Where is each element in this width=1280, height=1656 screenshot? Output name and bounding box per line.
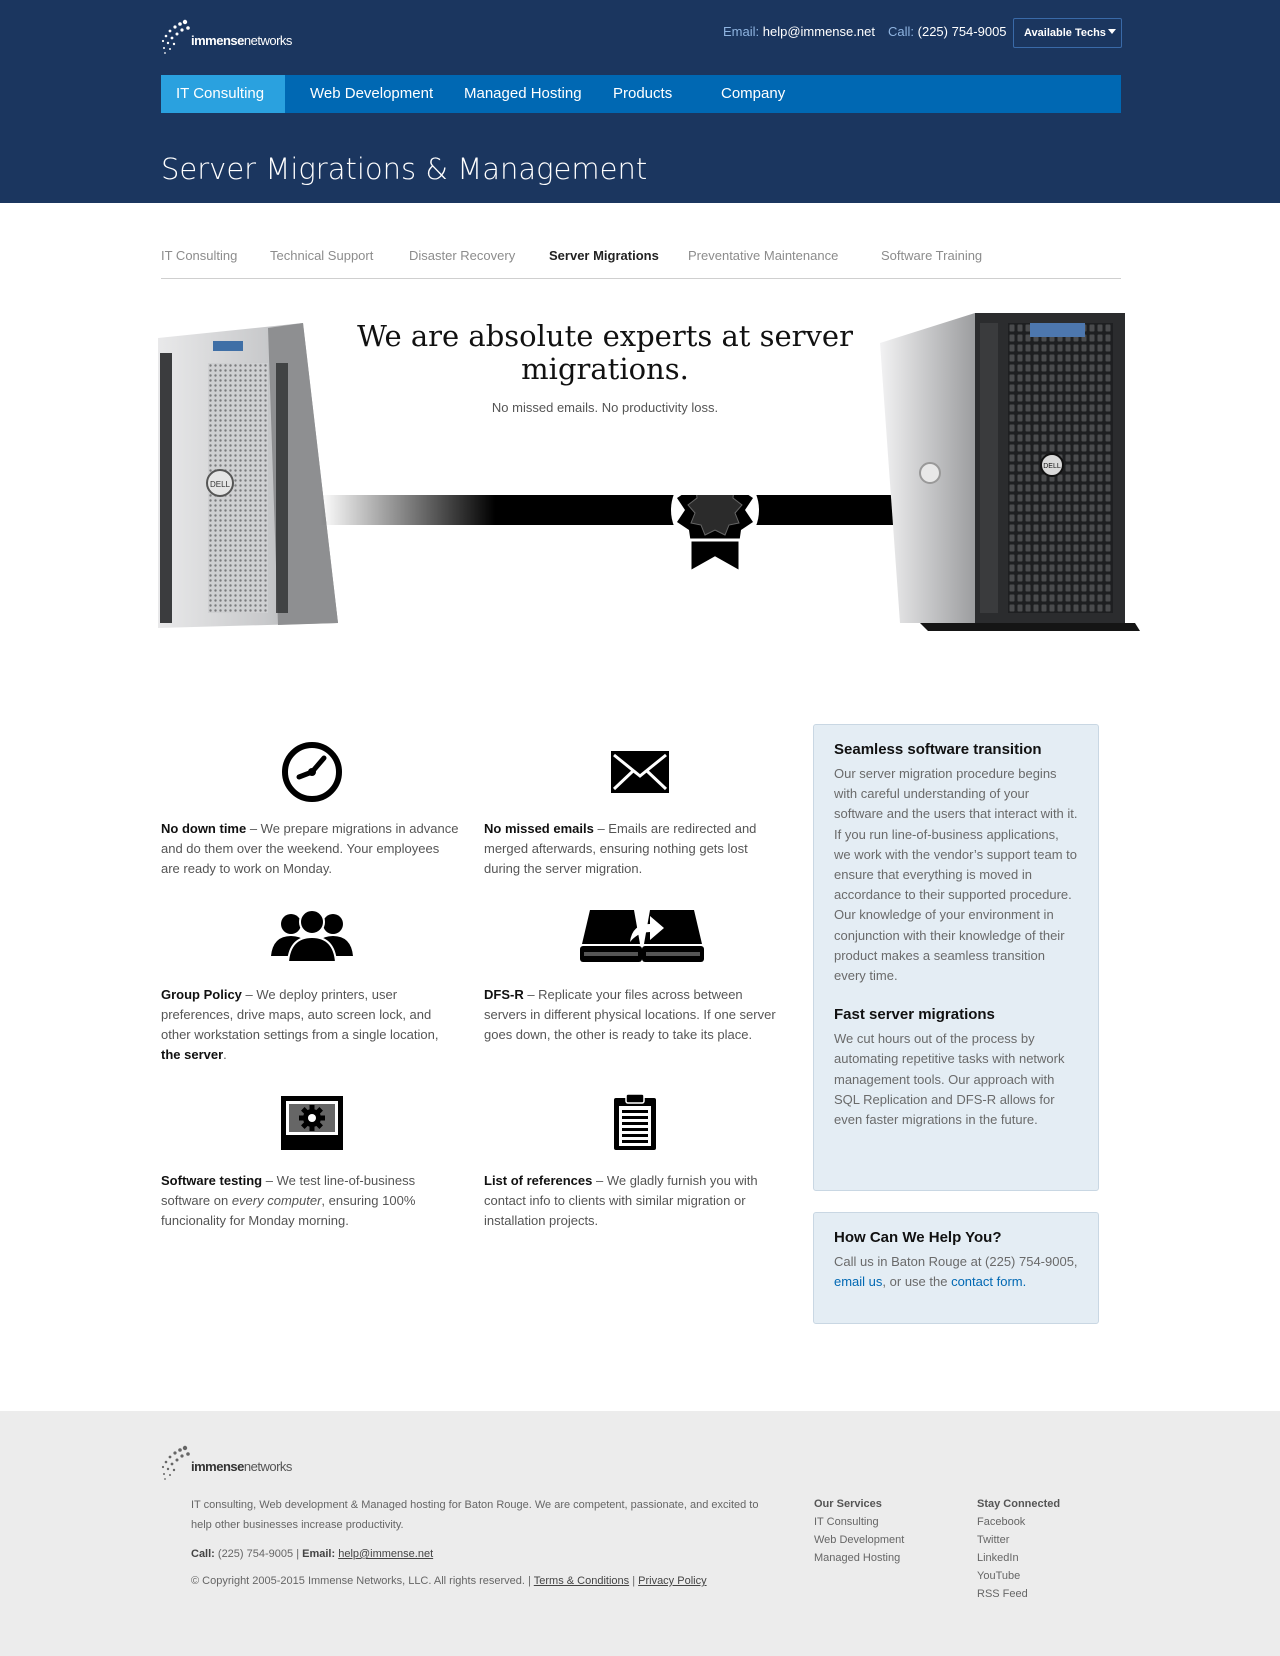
help-text-end: . (1022, 1274, 1027, 1290)
header-email: Email: help@immense.net (723, 24, 875, 39)
site-header: immensenetworks Email: help@immense.net … (0, 0, 1280, 203)
feature-title: Group Policy (161, 987, 242, 1002)
footer-link-facebook[interactable]: Facebook (977, 1513, 1060, 1531)
footer-logo[interactable]: immensenetworks (161, 1445, 301, 1483)
feature-dfs-r: DFS-R – Replicate your files across betw… (484, 985, 784, 1045)
header-phone: Call: (225) 754-9005 (888, 24, 1007, 39)
nav-company[interactable]: Company (706, 75, 800, 113)
separator: | (632, 1575, 636, 1587)
footer-link-managed-hosting[interactable]: Managed Hosting (814, 1549, 904, 1567)
subnav-server-migrations[interactable]: Server Migrations (549, 248, 659, 263)
footer-call-label: Call: (191, 1548, 215, 1560)
logo-wordmark: immensenetworks (191, 33, 292, 48)
new-server-icon: DELL (880, 313, 1140, 631)
nav-products[interactable]: Products (598, 75, 687, 113)
footer-social: Stay Connected Facebook Twitter LinkedIn… (977, 1495, 1060, 1603)
subnav-disaster-recovery[interactable]: Disaster Recovery (409, 248, 515, 263)
feature-text: – Replicate your files across between se… (484, 987, 776, 1042)
site-logo[interactable]: immensenetworks (161, 19, 301, 57)
terms-link[interactable]: Terms & Conditions (534, 1575, 629, 1587)
sub-nav: IT Consulting Technical Support Disaster… (161, 246, 1121, 279)
email-label: Email: (723, 24, 760, 39)
services-heading: Our Services (814, 1498, 882, 1510)
feature-title: Software testing (161, 1173, 263, 1188)
feature-no-down-time: No down time – We prepare migrations in … (161, 819, 461, 879)
help-heading: How Can We Help You? (834, 1229, 1002, 1246)
help-box: How Can We Help You? Call us in Baton Ro… (813, 1212, 1099, 1324)
call-label: Call: (888, 24, 915, 39)
feature-title: List of references (484, 1173, 593, 1188)
sidebar-info-box: Seamless software transition Our server … (813, 724, 1099, 1191)
footer-services: Our Services IT Consulting Web Developme… (814, 1495, 904, 1567)
page-title: Server Migrations & Management (161, 152, 648, 186)
email-link[interactable]: help@immense.net (763, 24, 875, 39)
available-techs-dropdown[interactable]: Available Techs (1013, 18, 1122, 48)
logo-dots-icon (161, 1445, 190, 1480)
feature-no-missed-emails: No missed emails – Emails are redirected… (484, 819, 784, 879)
subnav-preventative-maintenance[interactable]: Preventative Maintenance (688, 248, 838, 263)
old-server-icon: DELL (158, 323, 338, 628)
connected-heading: Stay Connected (977, 1498, 1061, 1510)
replicate-drives-icon (580, 910, 704, 962)
seamless-transition-heading: Seamless software transition (834, 741, 1042, 758)
hero-banner: We are absolute experts at server migrat… (150, 300, 1140, 700)
subnav-technical-support[interactable]: Technical Support (270, 248, 373, 263)
footer-link-web-development[interactable]: Web Development (814, 1531, 904, 1549)
footer-about: IT consulting, Web development & Managed… (191, 1499, 759, 1531)
footer-phone[interactable]: (225) 754-9005 (218, 1548, 293, 1560)
help-text-part: Call us in Baton Rouge at (225) 754-9005… (834, 1254, 1078, 1269)
fast-migrations-heading: Fast server migrations (834, 1006, 995, 1024)
footer-link-youtube[interactable]: YouTube (977, 1567, 1060, 1585)
footer-link-rss[interactable]: RSS Feed (977, 1585, 1060, 1603)
copyright: © Copyright 2005-2015 Immense Networks, … (191, 1575, 525, 1587)
available-techs-label: Available Techs (1024, 27, 1106, 39)
fast-migrations-text: We cut hours out of the process by autom… (834, 1031, 1065, 1128)
clock-icon (282, 742, 342, 802)
help-text: Call us in Baton Rouge at (225) 754-9005… (834, 1252, 1078, 1292)
footer-legal: © Copyright 2005-2015 Immense Networks, … (191, 1571, 707, 1591)
feature-group-policy: Group Policy – We deploy printers, user … (161, 985, 461, 1065)
phone-link[interactable]: (225) 754-9005 (918, 24, 1007, 39)
clipboard-icon (614, 1094, 656, 1150)
monitor-gear-icon (281, 1096, 343, 1150)
logo-dots-icon (161, 19, 190, 54)
feature-list-of-references: List of references – We gladly furnish y… (484, 1171, 784, 1231)
seamless-transition-text: Our server migration procedure begins wi… (834, 766, 1078, 984)
feature-software-testing: Software testing – We test line-of-busin… (161, 1171, 461, 1231)
footer-logo-wordmark: immensenetworks (191, 1459, 292, 1474)
subnav-it-consulting[interactable]: IT Consulting (161, 248, 237, 263)
contact-form-link[interactable]: contact form (951, 1274, 1023, 1289)
footer-link-linkedin[interactable]: LinkedIn (977, 1549, 1060, 1567)
footer-link-it-consulting[interactable]: IT Consulting (814, 1513, 904, 1531)
nav-managed-hosting[interactable]: Managed Hosting (449, 75, 597, 113)
privacy-link[interactable]: Privacy Policy (638, 1575, 706, 1587)
footer-contact: Call: (225) 754-9005 | Email: help@immen… (191, 1544, 433, 1564)
separator: | (296, 1548, 300, 1560)
users-icon (271, 910, 353, 962)
email-us-link[interactable]: email us (834, 1274, 882, 1289)
main-nav: IT Consulting Web Development Managed Ho… (161, 75, 1121, 113)
feature-title: No down time (161, 821, 247, 836)
separator: | (528, 1575, 531, 1587)
hero-subtitle: No missed emails. No productivity loss. (491, 400, 719, 415)
footer-email-link[interactable]: help@immense.net (338, 1548, 433, 1560)
feature-text-end: . (223, 1047, 227, 1062)
nav-web-development[interactable]: Web Development (295, 75, 448, 113)
footer-email-label: Email: (302, 1548, 336, 1560)
subnav-software-training[interactable]: Software Training (881, 248, 982, 263)
site-footer: immensenetworks IT consulting, Web devel… (0, 1411, 1280, 1656)
svg-text:DELL: DELL (210, 480, 231, 489)
feature-emphasis: every computer (231, 1193, 322, 1208)
help-text-part: , or use the (882, 1274, 952, 1290)
nav-it-consulting[interactable]: IT Consulting (161, 75, 285, 113)
svg-text:DELL: DELL (1043, 463, 1061, 470)
footer-link-twitter[interactable]: Twitter (977, 1531, 1060, 1549)
caret-down-icon (1107, 29, 1116, 34)
envelope-icon (611, 751, 669, 793)
hero-title: We are absolute experts at server migrat… (357, 319, 853, 386)
feature-title: No missed emails (484, 821, 594, 836)
feature-title: DFS-R (484, 987, 524, 1002)
feature-emphasis: the server (161, 1047, 224, 1062)
